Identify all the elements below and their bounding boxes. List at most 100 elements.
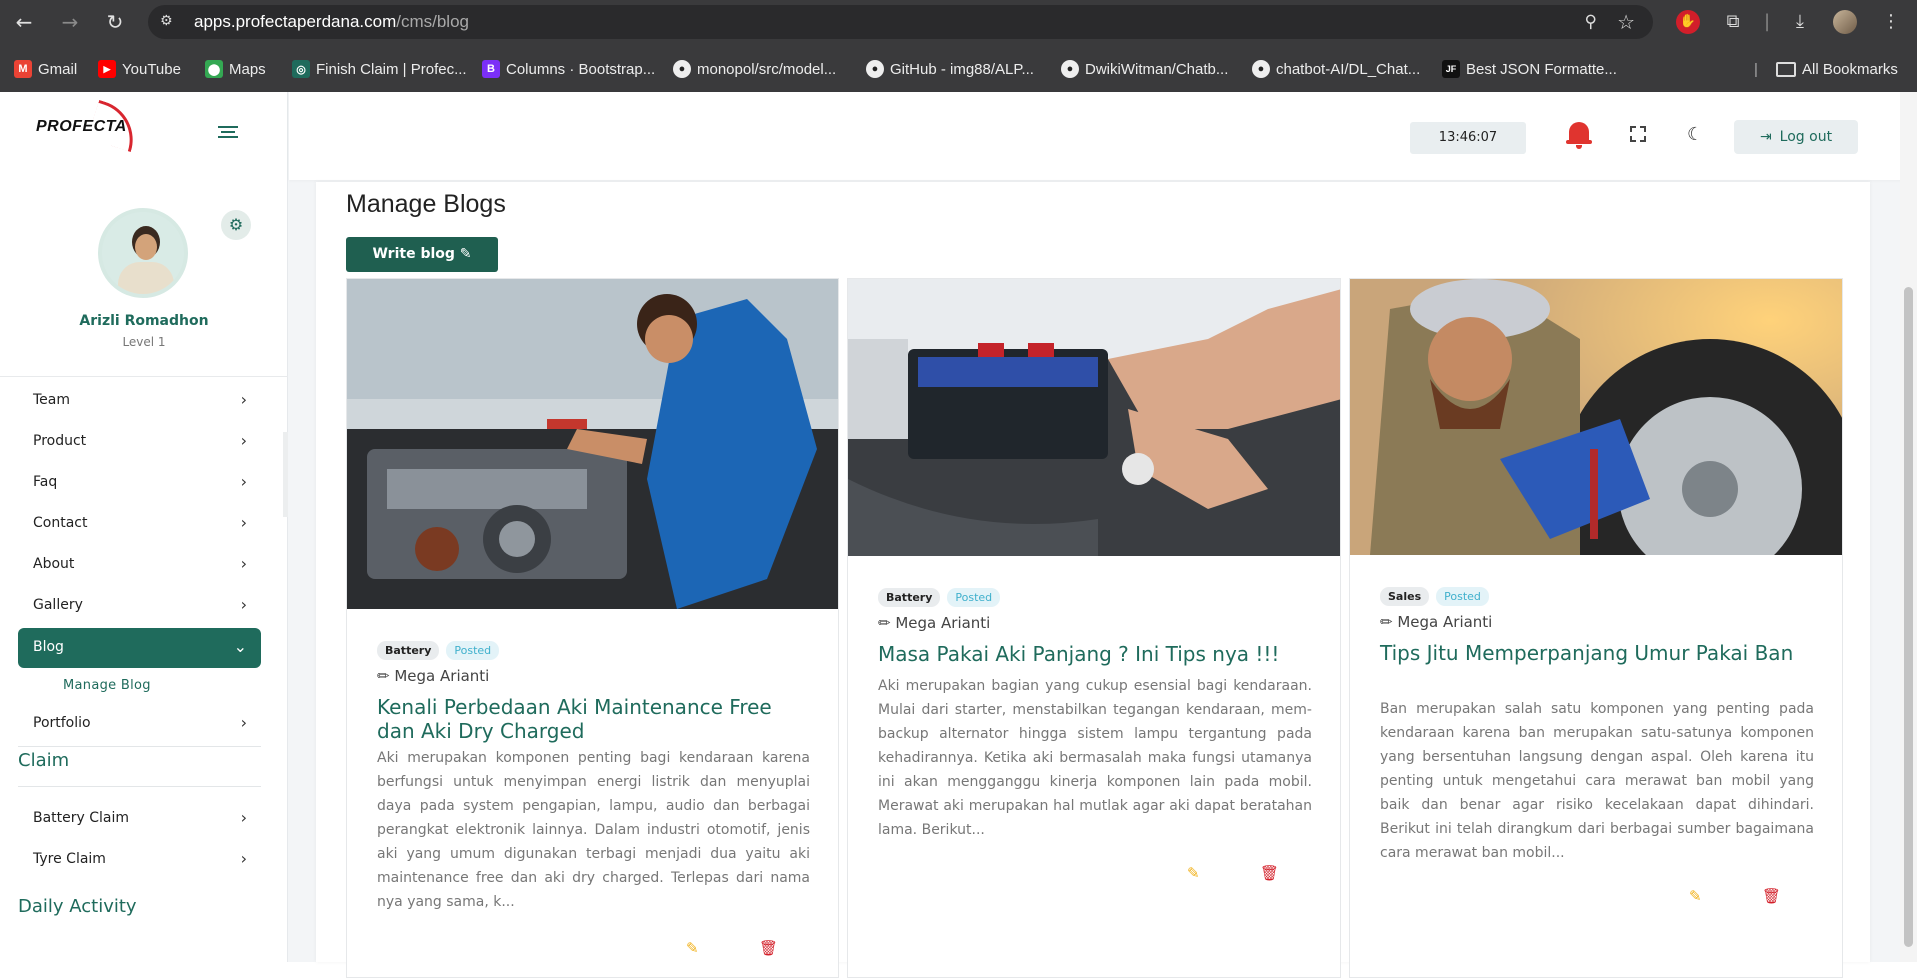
chevron-right-icon: ›	[240, 472, 247, 491]
browser-profile-avatar[interactable]	[1833, 10, 1857, 34]
logout-button[interactable]: ⇥ Log out	[1734, 120, 1858, 154]
blog-excerpt: Ban merupakan salah satu komponen yang p…	[1380, 701, 1814, 861]
bookmark-gmail[interactable]: M Gmail	[14, 58, 77, 80]
sidebar-item-about[interactable]: About ›	[18, 545, 261, 585]
avatar-face	[135, 234, 157, 260]
sidebar-item-contact[interactable]: Contact ›	[18, 504, 261, 544]
bookmark-finish-claim[interactable]: ◎ Finish Claim | Profec...	[292, 58, 467, 80]
bookmark-star-icon[interactable]: ☆	[1617, 10, 1635, 34]
forward-icon[interactable]: →	[58, 10, 82, 34]
bookmark-json-formatter[interactable]: JF Best JSON Formatte...	[1442, 58, 1617, 80]
youtube-icon: ▶	[98, 60, 116, 78]
sidebar-item-tyre-claim[interactable]: Tyre Claim ›	[18, 840, 261, 880]
sidebar-item-label: About	[33, 556, 75, 572]
status-badge: Posted	[947, 588, 1001, 607]
blog-title[interactable]: Masa Pakai Aki Panjang ? Ini Tips nya !!…	[878, 642, 1312, 666]
site-info-icon[interactable]: ⚙	[160, 13, 178, 31]
chevron-right-icon: ›	[240, 849, 247, 868]
blog-card-image-tire-service[interactable]	[1350, 279, 1842, 555]
menu-divider	[18, 786, 261, 787]
bookmark-youtube[interactable]: ▶ YouTube	[98, 58, 181, 80]
all-bookmarks-label: All Bookmarks	[1802, 60, 1898, 78]
url-host: apps.profectaperdana.com	[194, 12, 397, 31]
logo-swoosh-icon	[86, 99, 144, 153]
blog-card-image-car-battery[interactable]	[848, 279, 1340, 556]
github-icon: ●	[866, 60, 884, 78]
all-bookmarks[interactable]: All Bookmarks	[1776, 58, 1898, 80]
chevron-right-icon: ›	[240, 554, 247, 573]
edit-icon[interactable]: ✎	[1689, 887, 1702, 905]
author-line: ✏ Mega Arianti	[377, 667, 489, 685]
sidebar-item-faq[interactable]: Faq ›	[18, 463, 261, 503]
bookmark-github-img88[interactable]: ● GitHub - img88/ALP...	[866, 58, 1034, 80]
pencil-icon: ✏	[377, 667, 390, 685]
globe-icon: ◎	[292, 60, 310, 78]
bookmark-label: Columns · Bootstrap...	[506, 60, 656, 78]
download-icon[interactable]: ⤓	[1788, 10, 1812, 34]
dark-mode-moon-icon[interactable]: ☾	[1687, 124, 1703, 145]
edit-icon[interactable]: ✎	[1187, 864, 1200, 882]
sidebar-item-label: Battery Claim	[33, 810, 130, 826]
adblock-extension-icon[interactable]: ✋	[1676, 10, 1700, 34]
chevron-right-icon: ›	[240, 392, 247, 409]
trash-icon[interactable]: 🗑	[759, 939, 778, 957]
sidebar-item-battery-claim[interactable]: Battery Claim ›	[18, 799, 261, 839]
sidebar-item-portfolio[interactable]: Portfolio ›	[18, 704, 261, 744]
blog-card: Sales Posted ✏ Mega Arianti Tips Jitu Me…	[1349, 278, 1843, 978]
settings-gear-icon[interactable]: ⚙	[221, 210, 251, 240]
sidebar-item-team[interactable]: Team ›	[18, 392, 261, 421]
bookmark-label: Best JSON Formatte...	[1466, 60, 1617, 78]
blog-card: Battery Posted ✏ Mega Arianti Masa Pakai…	[847, 278, 1341, 978]
chevron-right-icon: ›	[240, 513, 247, 532]
bookmarks-bar: M Gmail ▶ YouTube ⬤ Maps ◎ Finish Claim | Pr…	[0, 54, 1917, 84]
profecta-logo[interactable]: PROFECTA	[36, 99, 144, 153]
sidebar: PROFECTA ⚙ Arizli Romadhon Level 1 Team ›…	[0, 92, 288, 962]
bookmark-bootstrap[interactable]: B Columns · Bootstrap...	[482, 58, 655, 80]
status-badge: Posted	[1436, 587, 1489, 606]
url-text[interactable]: apps.profectaperdana.com/cms/blog	[194, 12, 469, 32]
sidebar-item-gallery[interactable]: Gallery ›	[18, 586, 261, 626]
notification-bell-icon[interactable]	[1566, 120, 1592, 149]
blog-title[interactable]: Kenali Perbedaan Aki Maintenance Free da…	[377, 695, 810, 743]
bootstrap-icon: B	[482, 60, 500, 78]
edit-icon[interactable]: ✎	[686, 939, 699, 957]
chevron-right-icon: ›	[240, 595, 247, 614]
page-scrollbar-thumb[interactable]	[1904, 287, 1913, 947]
sidebar-item-product[interactable]: Product ›	[18, 422, 261, 462]
bookmark-label: monopol/src/model...	[697, 60, 837, 78]
sidebar-menu: Team › Product › Faq › Contact › About › Gall…	[0, 392, 288, 922]
blog-card-image-mechanic-engine[interactable]	[347, 279, 838, 609]
browser-chrome: ← → ↻ ⚙ apps.profectaperdana.com/cms/blo…	[0, 0, 1917, 92]
status-badge: Posted	[446, 641, 500, 660]
profile-level: Level 1	[122, 335, 166, 349]
write-blog-button[interactable]: Write blog ✎	[346, 237, 498, 272]
page-scrollbar[interactable]	[1900, 92, 1917, 962]
author-name: Mega Arianti	[1397, 613, 1493, 631]
bookmark-dwikiwitman[interactable]: ● DwikiWitman/Chatb...	[1061, 58, 1228, 80]
bookmark-chatbot-ai[interactable]: ● chatbot-AI/DL_Chat...	[1252, 58, 1420, 80]
author-line: ✏ Mega Arianti	[1380, 613, 1492, 631]
hamburger-menu-icon[interactable]	[218, 126, 238, 142]
pencil-icon: ✏	[1380, 613, 1393, 631]
folder-icon	[1776, 61, 1796, 77]
extensions-icon[interactable]: ⧉	[1721, 10, 1745, 34]
reload-icon[interactable]: ↻	[103, 10, 127, 34]
sidebar-subitem-manage-blog[interactable]: Manage Blog	[63, 678, 151, 693]
avatar	[98, 208, 188, 298]
bookmark-maps[interactable]: ⬤ Maps	[205, 58, 266, 80]
zoom-icon[interactable]: ⚲	[1585, 12, 1597, 32]
sidebar-item-blog[interactable]: Blog ⌄	[18, 628, 261, 668]
sidebar-scrollbar[interactable]	[283, 432, 288, 517]
trash-icon[interactable]: 🗑	[1762, 887, 1781, 905]
bookmark-label: Maps	[229, 60, 266, 78]
address-bar[interactable]: ⚙ apps.profectaperdana.com/cms/blog ⚲ ☆	[148, 5, 1653, 39]
tag-group: Sales Posted	[1380, 587, 1489, 606]
browser-menu-icon[interactable]: ⋮	[1879, 10, 1903, 34]
blog-title[interactable]: Tips Jitu Memperpanjang Umur Pakai Ban	[1380, 641, 1814, 665]
trash-icon[interactable]: 🗑	[1260, 864, 1279, 882]
github-icon: ●	[1061, 60, 1079, 78]
blog-excerpt: Aki merupakan komponen penting bagi kend…	[377, 750, 810, 910]
fullscreen-icon[interactable]	[1630, 126, 1646, 142]
back-icon[interactable]: ←	[12, 10, 36, 34]
bookmark-monopol[interactable]: ● monopol/src/model...	[673, 58, 836, 80]
